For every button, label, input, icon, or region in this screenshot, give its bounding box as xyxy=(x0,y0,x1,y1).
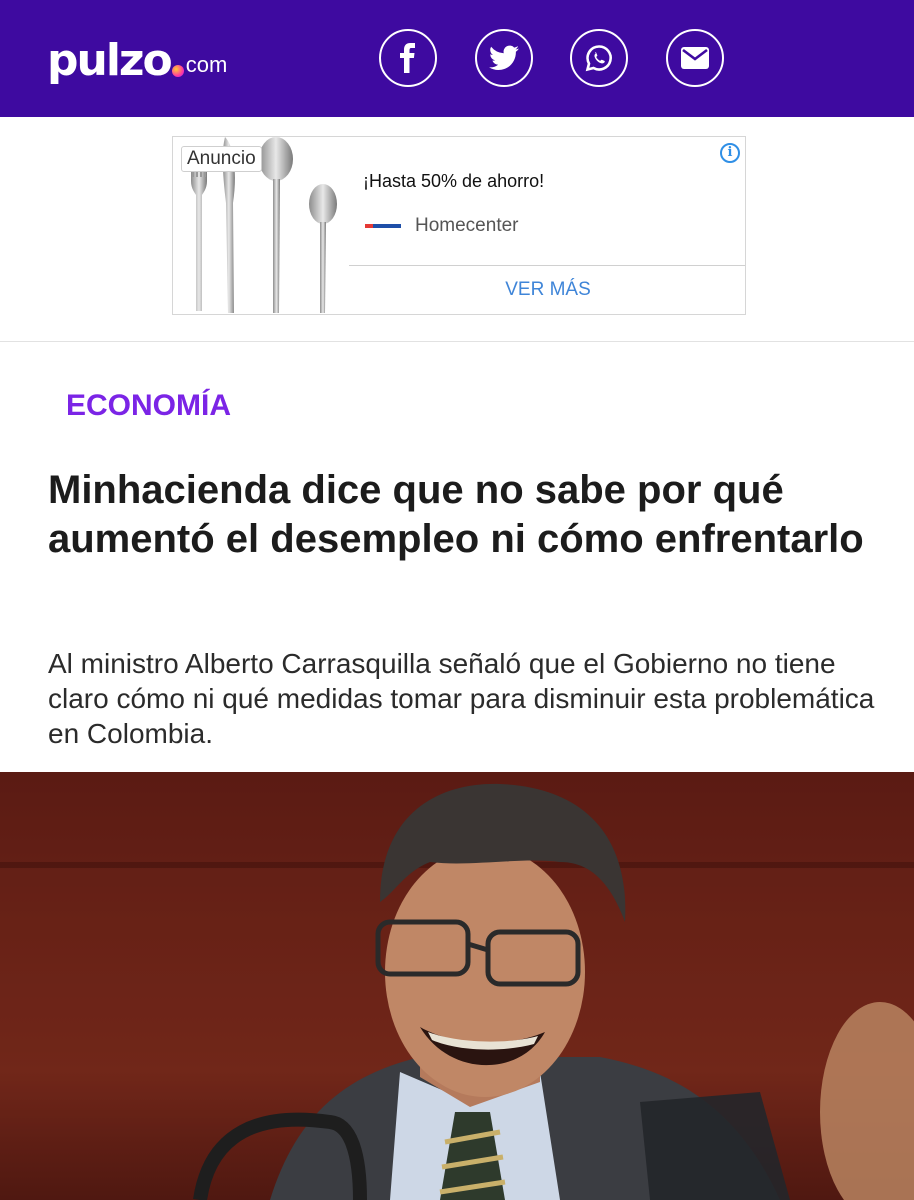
homecenter-logo xyxy=(365,221,401,231)
facebook-icon xyxy=(400,43,415,73)
logo-word: pulzo xyxy=(47,35,173,86)
article-photo xyxy=(0,772,914,1200)
logo-dot xyxy=(171,65,184,77)
section-link[interactable]: ECONOMÍA xyxy=(66,389,231,423)
twitter-share-button[interactable] xyxy=(475,29,533,87)
article-title: Minhacienda dice que no sabe por qué aum… xyxy=(48,468,864,561)
photo-illustration xyxy=(0,772,914,1200)
logo-domain: com xyxy=(185,52,228,77)
ad-info-icon[interactable]: i xyxy=(720,143,740,163)
top-header: pulzo com xyxy=(0,0,914,117)
ad-cutlery-image[interactable]: Anuncio xyxy=(173,137,349,314)
ad-brand-name: Homecenter xyxy=(415,215,519,236)
mail-icon xyxy=(681,47,709,69)
section-divider xyxy=(0,341,914,342)
whatsapp-icon xyxy=(585,45,612,72)
ad-brand[interactable]: Homecenter xyxy=(365,215,519,237)
ad-banner[interactable]: Anuncio i ¡Hasta 50% de ahorro! Homecent… xyxy=(172,136,746,315)
ad-cta-button[interactable]: VER MÁS xyxy=(349,266,745,314)
facebook-share-button[interactable] xyxy=(379,29,437,87)
whatsapp-share-button[interactable] xyxy=(570,29,628,87)
ad-label: Anuncio xyxy=(181,146,262,172)
twitter-icon xyxy=(489,45,519,70)
mail-share-button[interactable] xyxy=(666,29,724,87)
article-subtitle: Al ministro Alberto Carrasquilla señaló … xyxy=(48,648,875,749)
pulzo-logo[interactable]: pulzo com xyxy=(47,33,227,83)
ad-headline[interactable]: ¡Hasta 50% de ahorro! xyxy=(363,171,544,192)
